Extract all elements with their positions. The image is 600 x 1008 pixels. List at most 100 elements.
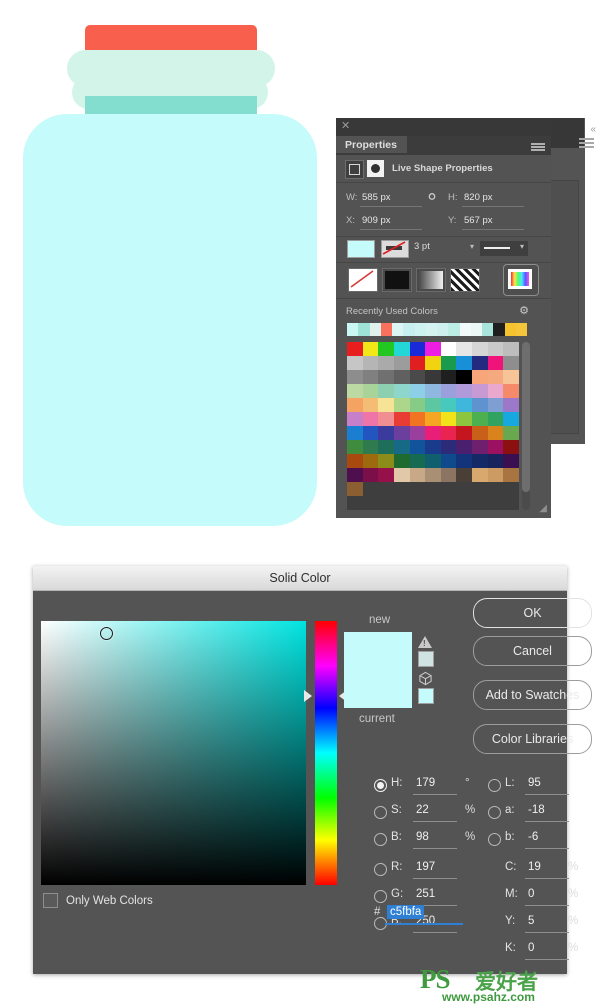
recent-color-swatch[interactable] [470,323,482,336]
recent-color-swatch[interactable] [504,323,516,336]
color-swatch[interactable] [393,440,410,454]
shape-fill-icon[interactable] [367,160,384,177]
color-swatch[interactable] [456,370,473,384]
color-swatch[interactable] [425,398,441,412]
color-swatch[interactable] [487,356,504,370]
input-y[interactable]: 5 [528,915,534,927]
radio-a[interactable] [488,806,501,819]
color-swatch[interactable] [487,426,504,440]
color-swatch[interactable] [409,454,426,468]
recent-color-swatch[interactable] [369,323,381,336]
collapse-panel-icon[interactable]: « [590,124,595,135]
fill-type-gradient-button[interactable] [416,268,446,292]
color-swatch[interactable] [440,440,457,454]
fill-type-pattern-button[interactable] [450,268,480,292]
color-swatch[interactable] [425,370,441,384]
color-swatch[interactable] [393,426,410,440]
color-swatch[interactable] [425,356,441,370]
color-swatch[interactable] [409,384,426,398]
color-swatch[interactable] [456,440,473,454]
color-swatch[interactable] [409,426,426,440]
swatch-grid-scroll-thumb[interactable] [522,342,530,492]
color-swatch[interactable] [487,440,504,454]
fill-type-no-color-button[interactable] [348,268,378,292]
color-swatch[interactable] [378,412,394,426]
color-swatch[interactable] [440,384,457,398]
input-k[interactable]: 0 [528,942,534,954]
color-swatch[interactable] [487,412,504,426]
recent-color-swatch[interactable] [414,323,426,336]
color-swatch[interactable] [393,398,410,412]
recent-color-swatch[interactable] [425,323,437,336]
color-swatch[interactable] [347,412,363,426]
recent-color-swatch[interactable] [347,323,359,336]
color-swatch[interactable] [425,468,441,482]
color-swatch[interactable] [409,356,426,370]
gear-icon[interactable]: ⚙ [519,304,529,317]
radio-b[interactable] [488,833,501,846]
color-swatch[interactable] [347,370,363,384]
recent-color-swatch[interactable] [437,323,449,336]
swatch-grid[interactable] [347,342,519,510]
color-swatch[interactable] [440,356,457,370]
recent-color-swatch[interactable] [493,323,505,336]
color-swatch[interactable] [393,468,410,482]
input-g[interactable]: 251 [416,888,435,900]
color-swatch[interactable] [472,426,488,440]
input-m[interactable]: 0 [528,888,534,900]
height-value[interactable]: 820 px [464,192,493,203]
radio-h[interactable] [374,779,387,792]
color-swatch[interactable] [425,440,441,454]
color-swatch[interactable] [440,426,457,440]
color-swatch[interactable] [425,426,441,440]
recent-color-swatch[interactable] [448,323,460,336]
color-swatch[interactable] [362,356,379,370]
color-swatch[interactable] [472,454,488,468]
color-swatch[interactable] [393,454,410,468]
color-swatch[interactable] [503,342,519,356]
close-icon[interactable]: ✕ [341,120,350,132]
input-b[interactable]: 98 [416,831,429,843]
color-swatch[interactable] [362,440,379,454]
color-swatch[interactable] [347,398,363,412]
fill-color-swatch[interactable] [347,240,375,258]
color-swatch[interactable] [362,398,379,412]
color-swatch[interactable] [378,342,394,356]
radio-l[interactable] [488,779,501,792]
color-swatch[interactable] [378,468,394,482]
color-swatch[interactable] [425,454,441,468]
color-swatch[interactable] [347,356,363,370]
color-swatch[interactable] [440,370,457,384]
color-swatch[interactable] [378,356,394,370]
color-swatch[interactable] [393,370,410,384]
color-swatch[interactable] [456,356,473,370]
color-swatch[interactable] [456,412,473,426]
color-swatch[interactable] [362,412,379,426]
color-swatch[interactable] [503,440,519,454]
color-swatch[interactable] [456,468,473,482]
color-swatch[interactable] [362,384,379,398]
color-swatch[interactable] [362,370,379,384]
color-swatch[interactable] [347,468,363,482]
color-swatch[interactable] [409,412,426,426]
radio-s[interactable] [374,806,387,819]
color-swatch[interactable] [487,468,504,482]
input-s[interactable]: 22 [416,804,429,816]
radio-g[interactable] [374,890,387,903]
color-swatch[interactable] [347,440,363,454]
color-swatch[interactable] [393,384,410,398]
color-swatch[interactable] [393,356,410,370]
color-swatch[interactable] [487,454,504,468]
color-swatch[interactable] [456,384,473,398]
color-swatch[interactable] [503,384,519,398]
color-swatch[interactable] [347,482,363,496]
color-swatch[interactable] [456,454,473,468]
input-b[interactable]: -6 [528,831,538,843]
stroke-style-dropdown[interactable]: ▾ [480,241,528,256]
swatch-grid-scrollbar[interactable] [522,342,530,510]
color-swatch[interactable] [362,468,379,482]
color-swatch[interactable] [409,440,426,454]
fill-type-solid-color-button[interactable] [382,268,412,292]
color-swatch[interactable] [440,398,457,412]
color-swatch[interactable] [425,412,441,426]
